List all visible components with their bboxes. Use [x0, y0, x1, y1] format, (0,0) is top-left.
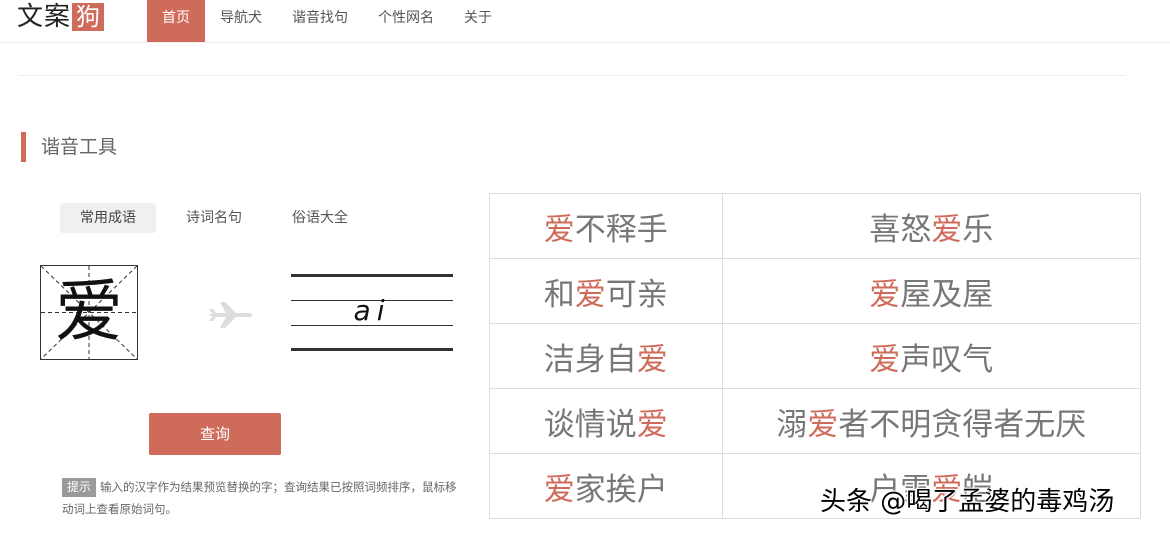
category-tabs: 常用成语 诗词名句 俗语大全 [60, 203, 378, 233]
result-cell[interactable]: 谈情说爱 [489, 388, 723, 454]
watermark: 头条 @喝了孟婆的毒鸡汤 [820, 487, 1115, 517]
hint-badge: 提示 [62, 478, 97, 497]
section-title: 谐音工具 [21, 132, 117, 162]
table-row: 洁身自爱 爱声叹气 [489, 323, 1141, 389]
result-cell[interactable]: 爱不释手 [489, 193, 723, 259]
tab-common-idioms[interactable]: 常用成语 [60, 203, 156, 233]
top-header: 文案 狗 首页 导航犬 谐音找句 个性网名 关于 [0, 0, 1170, 43]
nav-item-about[interactable]: 关于 [449, 0, 507, 42]
site-logo[interactable]: 文案 狗 [17, 2, 105, 32]
table-row: 谈情说爱 溺爱者不明贪得者无厌 [489, 388, 1141, 454]
airplane-arrow-icon [208, 302, 253, 328]
nav-item-guide-dog[interactable]: 导航犬 [205, 0, 277, 42]
result-cell[interactable]: 和爱可亲 [489, 258, 723, 324]
table-row: 和爱可亲 爱屋及屋 [489, 258, 1141, 324]
tab-poetry-quotes[interactable]: 诗词名句 [166, 203, 262, 233]
pinyin-display: ai [291, 274, 453, 352]
result-cell[interactable]: 洁身自爱 [489, 323, 723, 389]
result-cell[interactable]: 喜怒爱乐 [721, 193, 1141, 259]
main-nav: 首页 导航犬 谐音找句 个性网名 关于 [147, 0, 507, 42]
tab-proverbs[interactable]: 俗语大全 [272, 203, 368, 233]
nav-item-home[interactable]: 首页 [147, 0, 205, 42]
content-divider [18, 75, 1126, 76]
nav-item-homophone-search[interactable]: 谐音找句 [277, 0, 363, 42]
table-row: 爱不释手 喜怒爱乐 [489, 193, 1141, 259]
nav-item-nicknames[interactable]: 个性网名 [363, 0, 449, 42]
logo-badge: 狗 [72, 3, 105, 31]
result-cell[interactable]: 爱家挨户 [489, 453, 723, 519]
logo-text: 文案 [17, 2, 72, 32]
result-cell[interactable]: 溺爱者不明贪得者无厌 [721, 388, 1141, 454]
input-character: 爱 [54, 273, 123, 352]
hint-text: 输入的汉字作为结果预览替换的字；查询结果已按照词频排序，鼠标移动词上查看原始词句… [62, 480, 457, 516]
result-cell[interactable]: 爱声叹气 [721, 323, 1141, 389]
result-table: 爱不释手 喜怒爱乐 和爱可亲 爱屋及屋 洁身自爱 爱声叹气 谈情说爱 溺爱者不明… [489, 193, 1141, 519]
pinyin-text: ai [353, 294, 391, 327]
query-button[interactable]: 查询 [149, 413, 281, 455]
hint-text-block: 提示 输入的汉字作为结果预览替换的字；查询结果已按照词频排序，鼠标移动词上查看原始… [62, 476, 457, 520]
character-input-box[interactable]: 爱 [40, 265, 138, 360]
result-cell[interactable]: 爱屋及屋 [721, 258, 1141, 324]
